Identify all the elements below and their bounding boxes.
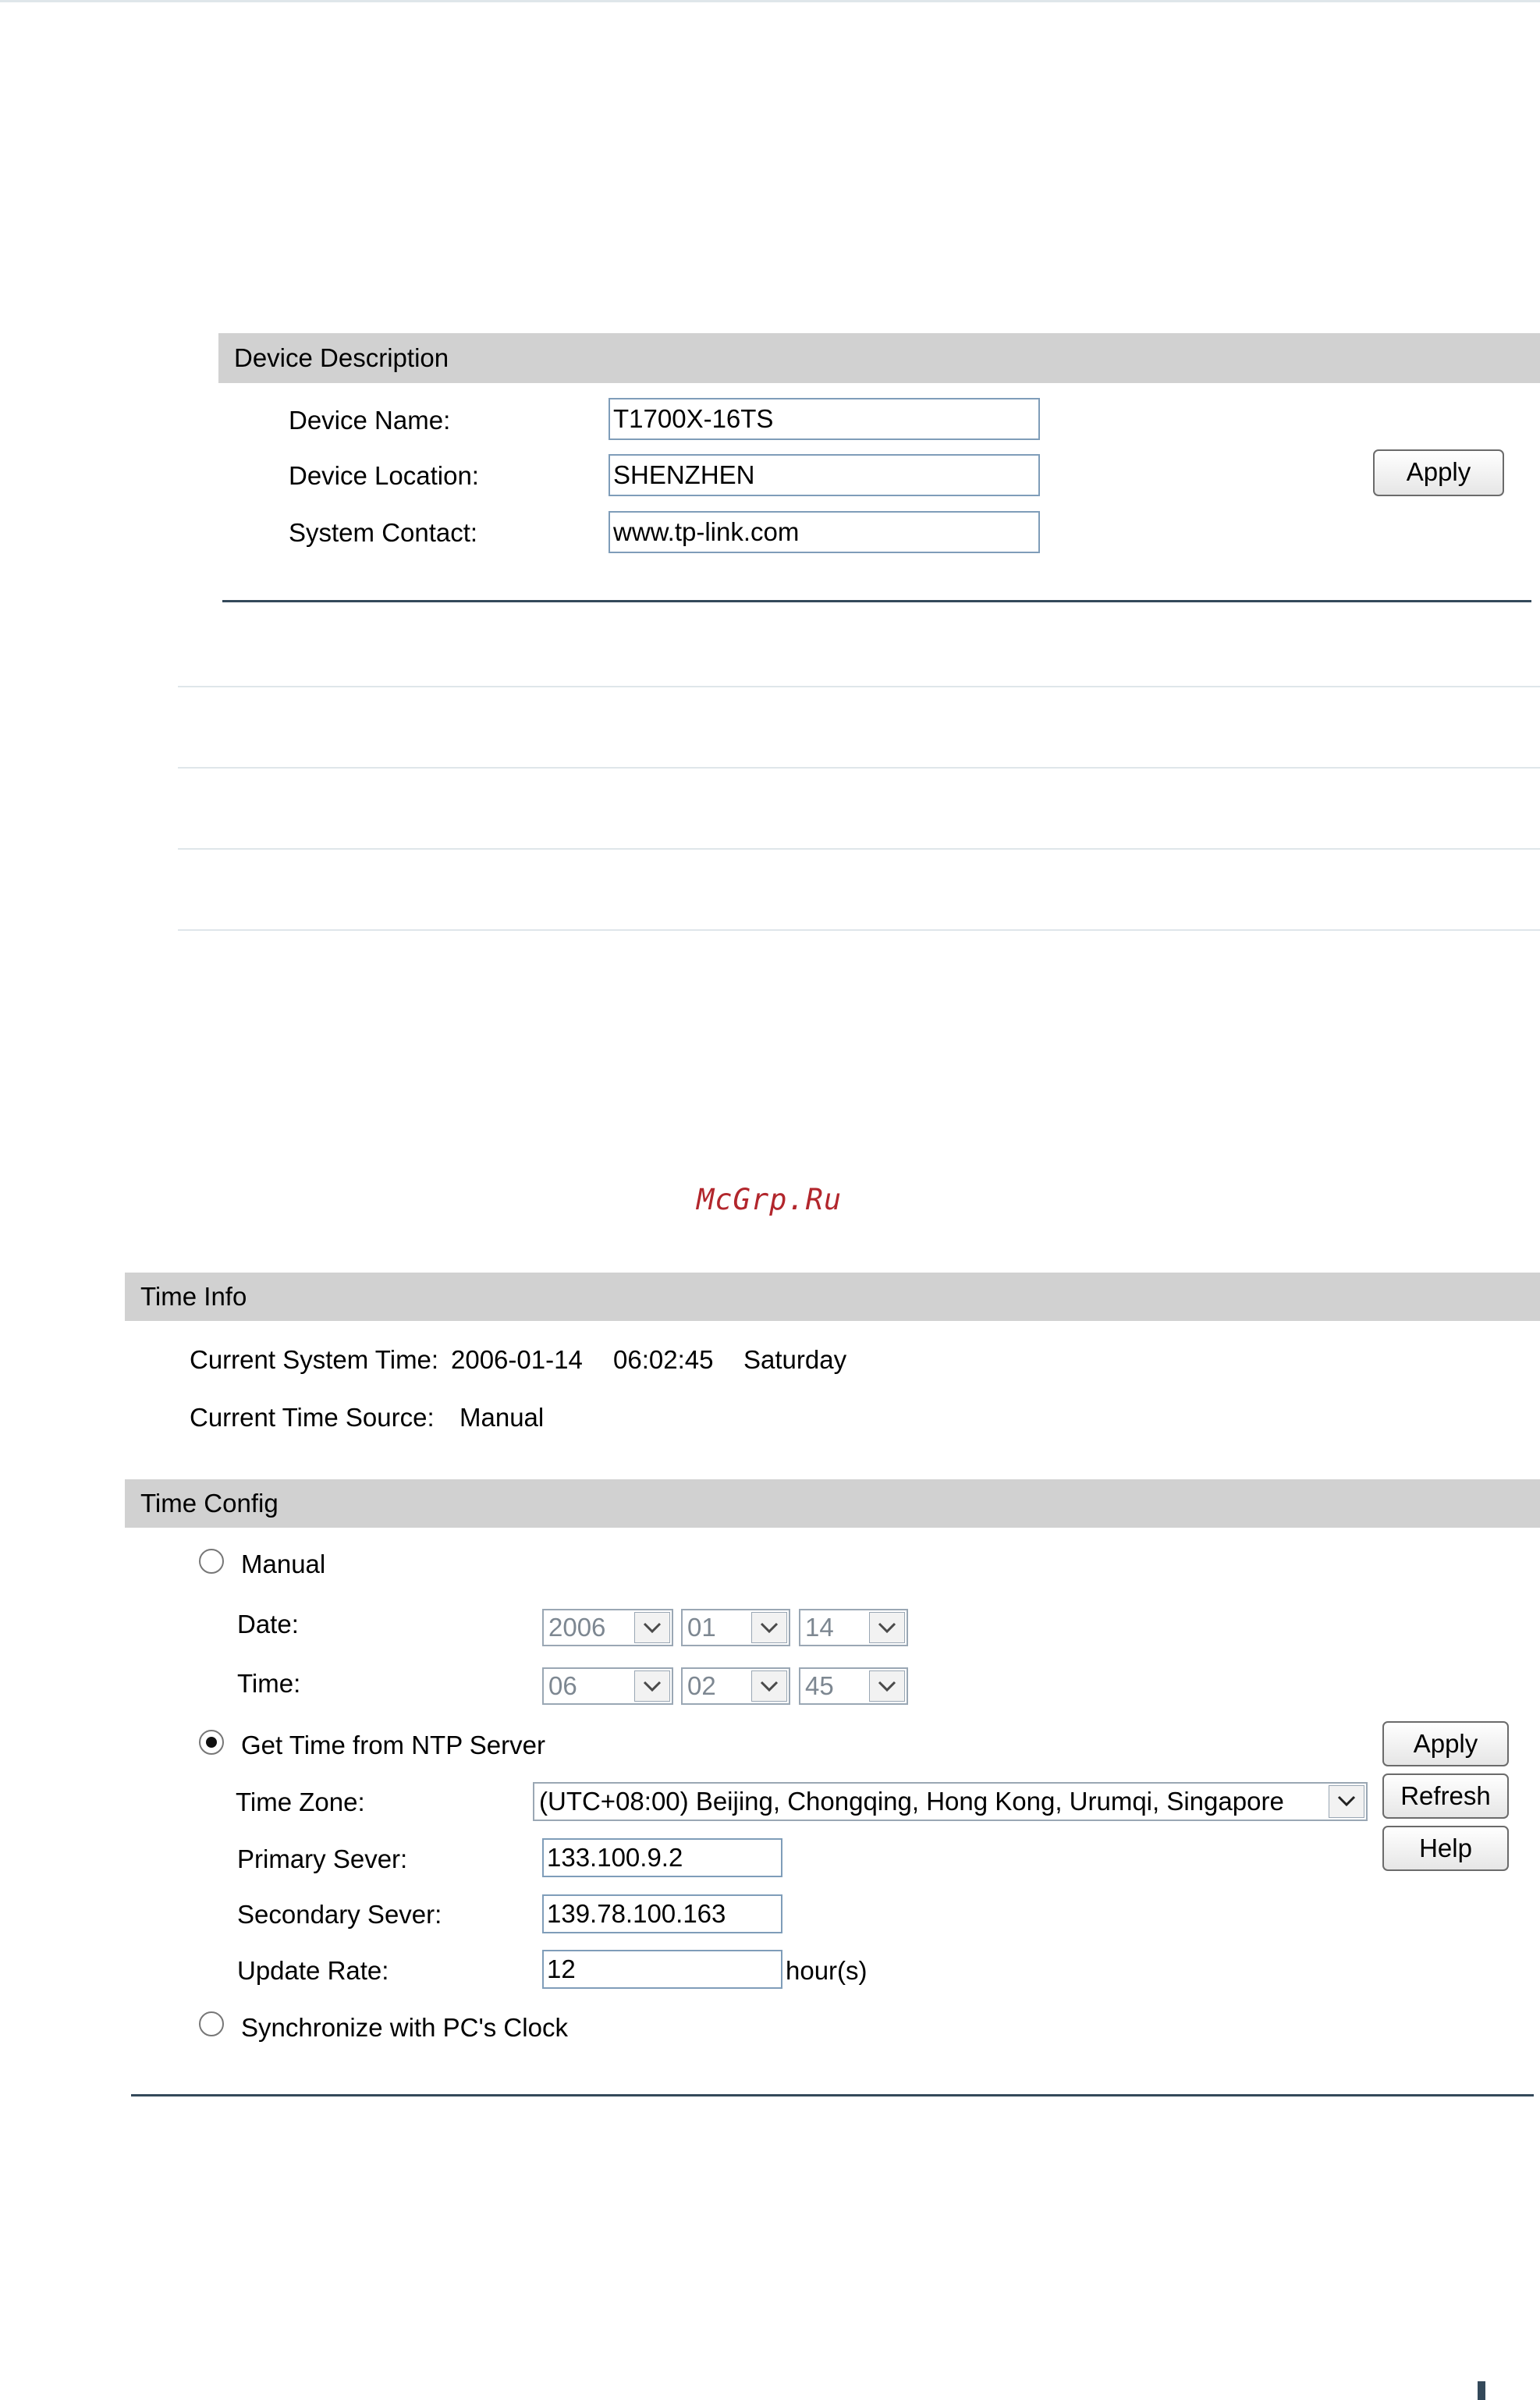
time-second-select[interactable]: 45 (799, 1667, 908, 1705)
time-info-header: Time Info (125, 1273, 1540, 1321)
chevron-down-icon (869, 1670, 905, 1702)
date-label: Date: (237, 1610, 299, 1638)
time-hour-value: 06 (548, 1671, 577, 1700)
chevron-down-icon (634, 1612, 670, 1643)
time-zone-select[interactable]: (UTC+08:00) Beijing, Chongqing, Hong Kon… (533, 1782, 1368, 1821)
date-year-select[interactable]: 2006 (542, 1609, 673, 1646)
radio-selected-icon (206, 1737, 217, 1748)
device-name-input[interactable]: T1700X-16TS (609, 398, 1040, 440)
separator-line (178, 848, 1540, 850)
manual-radio[interactable] (199, 1549, 224, 1574)
system-contact-label: System Contact: (289, 518, 478, 547)
time-apply-button[interactable]: Apply (1382, 1721, 1509, 1766)
time-refresh-button[interactable]: Refresh (1382, 1773, 1509, 1819)
chevron-down-icon (869, 1612, 905, 1643)
system-contact-input[interactable]: www.tp-link.com (609, 511, 1040, 553)
primary-server-label: Primary Sever: (237, 1844, 408, 1873)
device-location-label: Device Location: (289, 461, 479, 490)
ntp-server-radio[interactable] (199, 1730, 224, 1755)
time-label: Time: (237, 1669, 301, 1698)
time-second-value: 45 (805, 1671, 834, 1700)
separator-line (178, 686, 1540, 687)
primary-server-input[interactable]: 133.100.9.2 (542, 1838, 782, 1877)
device-apply-button[interactable]: Apply (1373, 449, 1504, 496)
date-day-value: 14 (805, 1613, 834, 1642)
current-time-value: 06:02:45 (613, 1345, 714, 1374)
time-zone-value: (UTC+08:00) Beijing, Chongqing, Hong Kon… (539, 1787, 1284, 1816)
time-minute-select[interactable]: 02 (681, 1667, 790, 1705)
separator-line (178, 767, 1540, 769)
chevron-down-icon (1329, 1785, 1364, 1818)
sync-pc-clock-radio[interactable] (199, 2011, 224, 2036)
device-description-header: Device Description (218, 333, 1540, 383)
secondary-server-input[interactable]: 139.78.100.163 (542, 1894, 782, 1933)
device-name-label: Device Name: (289, 406, 451, 435)
update-rate-input[interactable]: 12 (542, 1950, 782, 1989)
current-day-value: Saturday (743, 1345, 847, 1374)
page-top-rule (0, 0, 1540, 2)
time-help-button[interactable]: Help (1382, 1826, 1509, 1871)
sync-pc-clock-label: Synchronize with PC's Clock (241, 2013, 568, 2042)
current-system-time-label: Current System Time: (190, 1345, 439, 1374)
chevron-down-icon (751, 1612, 787, 1643)
chevron-down-icon (634, 1670, 670, 1702)
device-location-input[interactable]: SHENZHEN (609, 454, 1040, 496)
current-time-source-value: Manual (460, 1403, 545, 1432)
device-description-title: Device Description (234, 343, 449, 372)
date-day-select[interactable]: 14 (799, 1609, 908, 1646)
manual-label: Manual (241, 1550, 326, 1578)
time-config-header: Time Config (125, 1479, 1540, 1528)
page-corner-mark (1478, 2381, 1485, 2400)
time-info-title: Time Info (140, 1282, 247, 1311)
secondary-server-label: Secondary Sever: (237, 1900, 442, 1929)
ntp-server-label: Get Time from NTP Server (241, 1731, 545, 1759)
date-month-select[interactable]: 01 (681, 1609, 790, 1646)
time-section-divider (131, 2094, 1534, 2096)
time-hour-select[interactable]: 06 (542, 1667, 673, 1705)
current-time-source-label: Current Time Source: (190, 1403, 435, 1432)
date-year-value: 2006 (548, 1613, 606, 1642)
update-rate-label: Update Rate: (237, 1956, 389, 1985)
time-minute-value: 02 (687, 1671, 716, 1700)
update-rate-unit: hour(s) (786, 1956, 868, 1985)
time-zone-label: Time Zone: (236, 1788, 365, 1816)
chevron-down-icon (751, 1670, 787, 1702)
watermark-text: McGrp.Ru (697, 1183, 843, 1216)
time-config-title: Time Config (140, 1489, 279, 1518)
device-section-divider (222, 600, 1531, 602)
date-month-value: 01 (687, 1613, 716, 1642)
separator-line (178, 929, 1540, 931)
current-date-value: 2006-01-14 (451, 1345, 583, 1374)
